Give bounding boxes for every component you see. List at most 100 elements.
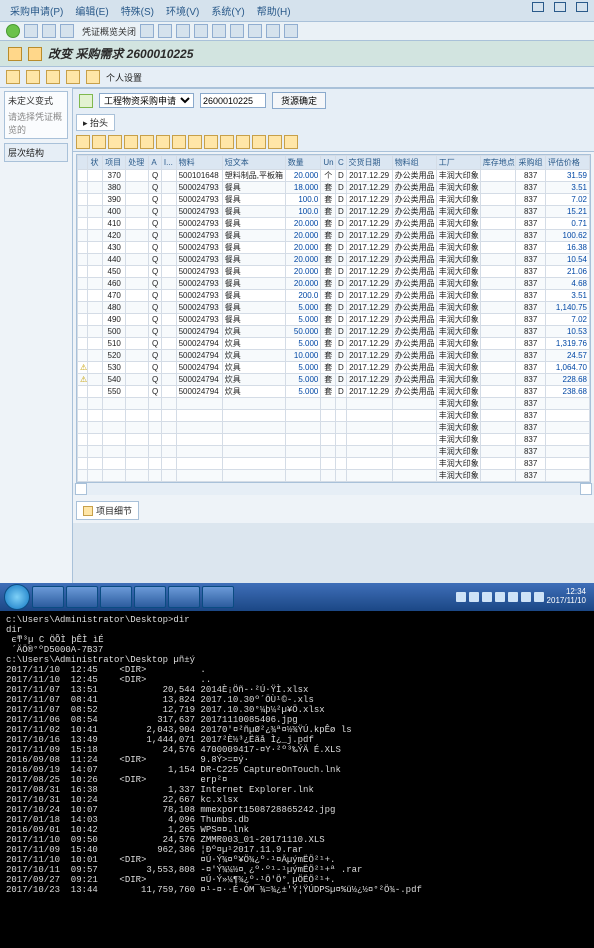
- table-row[interactable]: 420Q500024793餐具20.000套D2017.12.29办公类用品丰润…: [78, 230, 590, 242]
- table-row[interactable]: 450Q500024793餐具20.000套D2017.12.29办公类用品丰润…: [78, 266, 590, 278]
- taskbar-app[interactable]: [66, 586, 98, 608]
- taskbar-app[interactable]: [168, 586, 200, 608]
- table-row[interactable]: 470Q500024793餐具200.0套D2017.12.29办公类用品丰润大…: [78, 290, 590, 302]
- toolbar-icon[interactable]: [140, 24, 154, 38]
- grid-tool-icon[interactable]: [172, 135, 186, 149]
- grid-tool-icon[interactable]: [108, 135, 122, 149]
- col-header[interactable]: 物料组: [392, 156, 436, 170]
- table-row[interactable]: 丰润大印象837: [78, 446, 590, 458]
- table-row[interactable]: 380Q500024793餐具18.000套D2017.12.29办公类用品丰润…: [78, 182, 590, 194]
- tray-icon[interactable]: [534, 592, 544, 602]
- grid-tool-icon[interactable]: [140, 135, 154, 149]
- tray-icon[interactable]: [508, 592, 518, 602]
- table-row[interactable]: 丰润大印象837: [78, 398, 590, 410]
- toolbar-icon[interactable]: [266, 24, 280, 38]
- tray-icon[interactable]: [521, 592, 531, 602]
- doc-type-select[interactable]: 工程物资采购申请: [99, 93, 194, 108]
- grid-tool-icon[interactable]: [76, 135, 90, 149]
- col-header[interactable]: [78, 156, 88, 170]
- menu-item[interactable]: 特殊(S): [121, 3, 154, 18]
- col-header[interactable]: 短文本: [222, 156, 285, 170]
- exit-icon[interactable]: [42, 24, 56, 38]
- table-row[interactable]: 370Q500101648塑料制品,平板箱20.000个D2017.12.29办…: [78, 170, 590, 182]
- table-row[interactable]: 440Q500024793餐具20.000套D2017.12.29办公类用品丰润…: [78, 254, 590, 266]
- table-row[interactable]: 丰润大印象837: [78, 458, 590, 470]
- col-header[interactable]: 状: [88, 156, 103, 170]
- minimize-icon[interactable]: [532, 2, 544, 12]
- items-table[interactable]: 状项目处理AI...物料短文本数量UnC交货日期物料组工厂库存地点采购组评估价格…: [77, 155, 590, 482]
- col-header[interactable]: C: [336, 156, 346, 170]
- cancel-icon[interactable]: [60, 24, 74, 38]
- table-row[interactable]: 490Q500024793餐具5.000套D2017.12.29办公类用品丰润大…: [78, 314, 590, 326]
- table-row[interactable]: 500Q500024794炊具50.000套D2017.12.29办公类用品丰润…: [78, 326, 590, 338]
- menu-item[interactable]: 环境(V): [166, 3, 199, 18]
- col-header[interactable]: 库存地点: [480, 156, 516, 170]
- table-row[interactable]: 丰润大印象837: [78, 422, 590, 434]
- grid-tool-icon[interactable]: [156, 135, 170, 149]
- menu-item[interactable]: 系统(Y): [211, 3, 244, 18]
- grid-tool-icon[interactable]: [204, 135, 218, 149]
- col-header[interactable]: 项目: [103, 156, 126, 170]
- toolbar-icon[interactable]: [158, 24, 172, 38]
- col-header[interactable]: 交货日期: [346, 156, 392, 170]
- col-header[interactable]: 工厂: [436, 156, 480, 170]
- grid-tool-icon[interactable]: [188, 135, 202, 149]
- doc-icon[interactable]: [26, 70, 40, 84]
- cart-icon[interactable]: [79, 94, 93, 108]
- doc-number-input[interactable]: [200, 93, 266, 108]
- col-header[interactable]: I...: [161, 156, 176, 170]
- tray-icon[interactable]: [482, 592, 492, 602]
- col-header[interactable]: A: [149, 156, 162, 170]
- maximize-icon[interactable]: [554, 2, 566, 12]
- doc-icon[interactable]: [66, 70, 80, 84]
- taskbar-app[interactable]: [202, 586, 234, 608]
- taskbar-clock[interactable]: 12:34 2017/11/10: [547, 588, 586, 606]
- col-header[interactable]: Un: [321, 156, 336, 170]
- grid-tool-icon[interactable]: [124, 135, 138, 149]
- enter-icon[interactable]: [6, 24, 20, 38]
- cmd-terminal[interactable]: c:\Users\Administrator\Desktop>dirdir ϵͳ…: [0, 611, 594, 948]
- table-row[interactable]: 丰润大印象837: [78, 410, 590, 422]
- back-icon[interactable]: [24, 24, 38, 38]
- grid-tool-icon[interactable]: [284, 135, 298, 149]
- table-row[interactable]: 520Q500024794炊具10.000套D2017.12.29办公类用品丰润…: [78, 350, 590, 362]
- close-icon[interactable]: [576, 2, 588, 12]
- grid-tool-icon[interactable]: [92, 135, 106, 149]
- col-header[interactable]: 物料: [176, 156, 222, 170]
- table-row[interactable]: 400Q500024793餐具100.0套D2017.12.29办公类用品丰润大…: [78, 206, 590, 218]
- start-button[interactable]: [4, 584, 30, 610]
- toolbar-icon[interactable]: [176, 24, 190, 38]
- col-header[interactable]: 处理: [126, 156, 149, 170]
- col-header[interactable]: 采购组: [516, 156, 545, 170]
- table-row[interactable]: 丰润大印象837: [78, 434, 590, 446]
- hierarchy-tab[interactable]: 层次结构: [4, 143, 68, 162]
- toolbar-icon[interactable]: [212, 24, 226, 38]
- table-row[interactable]: 480Q500024793餐具5.000套D2017.12.29办公类用品丰润大…: [78, 302, 590, 314]
- table-row[interactable]: 丰润大印象837: [78, 470, 590, 482]
- tray-icon[interactable]: [495, 592, 505, 602]
- taskbar-app[interactable]: [32, 586, 64, 608]
- col-header[interactable]: 评估价格: [545, 156, 589, 170]
- grid-tool-icon[interactable]: [236, 135, 250, 149]
- taskbar-app[interactable]: [100, 586, 132, 608]
- table-row[interactable]: 410Q500024793餐具20.000套D2017.12.29办公类用品丰润…: [78, 218, 590, 230]
- tray-icon[interactable]: [456, 592, 466, 602]
- table-row[interactable]: 510Q500024794炊具5.000套D2017.12.29办公类用品丰润大…: [78, 338, 590, 350]
- table-row[interactable]: ⚠540Q500024794炊具5.000套D2017.12.29办公类用品丰润…: [78, 374, 590, 386]
- tab-header[interactable]: ▸ 抬头: [76, 114, 115, 131]
- grid-tool-icon[interactable]: [252, 135, 266, 149]
- table-row[interactable]: ⚠530Q500024794炊具5.000套D2017.12.29办公类用品丰润…: [78, 362, 590, 374]
- col-header[interactable]: 数量: [285, 156, 321, 170]
- menu-item[interactable]: 帮助(H): [257, 3, 291, 18]
- settings-icon[interactable]: [86, 70, 100, 84]
- table-row[interactable]: 550Q500024794炊具5.000套D2017.12.29办公类用品丰润大…: [78, 386, 590, 398]
- scroll-right-icon[interactable]: [580, 483, 592, 495]
- grid-tool-icon[interactable]: [220, 135, 234, 149]
- item-detail-button[interactable]: 项目细节: [76, 501, 139, 520]
- toolbar-icon[interactable]: [194, 24, 208, 38]
- scroll-left-icon[interactable]: [75, 483, 87, 495]
- doc-icon[interactable]: [6, 70, 20, 84]
- help-icon[interactable]: [284, 24, 298, 38]
- grid-tool-icon[interactable]: [268, 135, 282, 149]
- table-row[interactable]: 460Q500024793餐具20.000套D2017.12.29办公类用品丰润…: [78, 278, 590, 290]
